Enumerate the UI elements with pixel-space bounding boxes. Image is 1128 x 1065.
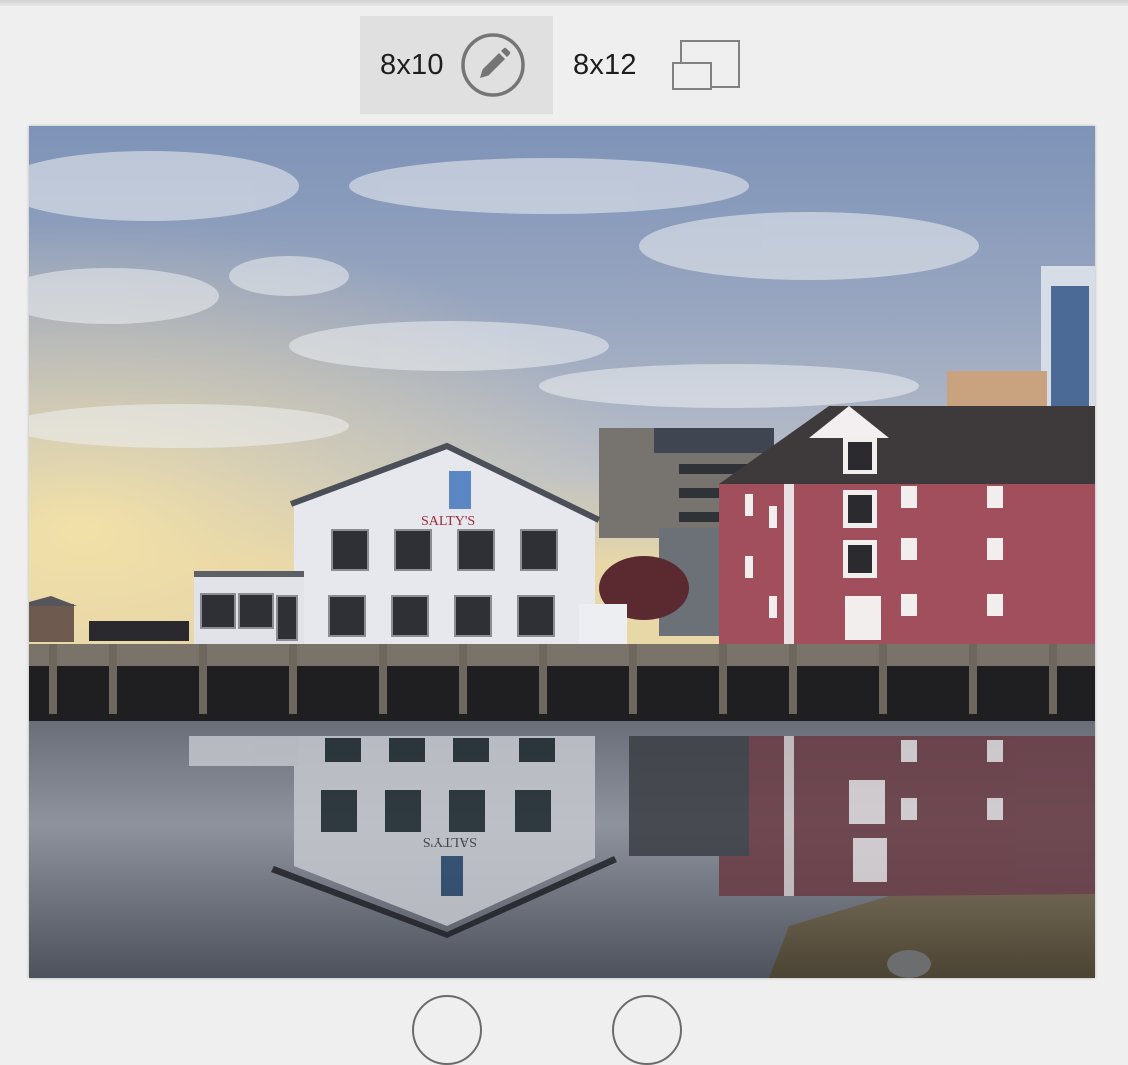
print-size-selector: 8x10 8x12: [360, 16, 743, 114]
salty-sign: SALTY'S: [421, 514, 475, 529]
rotate-orientation-icon[interactable]: [671, 39, 743, 91]
top-divider: [0, 0, 1128, 6]
harbour-photo: SALTY'S SALTY'S: [29, 126, 1095, 978]
size-option-8x10[interactable]: 8x10: [360, 16, 553, 114]
size-option-8x12-label: 8x12: [573, 48, 637, 81]
size-option-8x12[interactable]: 8x12: [553, 16, 743, 114]
size-option-8x10-label: 8x10: [380, 48, 444, 81]
photo-preview[interactable]: SALTY'S SALTY'S: [29, 126, 1095, 978]
salty-sign-reflection: SALTY'S: [423, 834, 477, 849]
pencil-circle-icon[interactable]: [460, 32, 526, 98]
circle-control-icon[interactable]: [612, 995, 682, 1065]
circle-control-icon[interactable]: [412, 995, 482, 1065]
